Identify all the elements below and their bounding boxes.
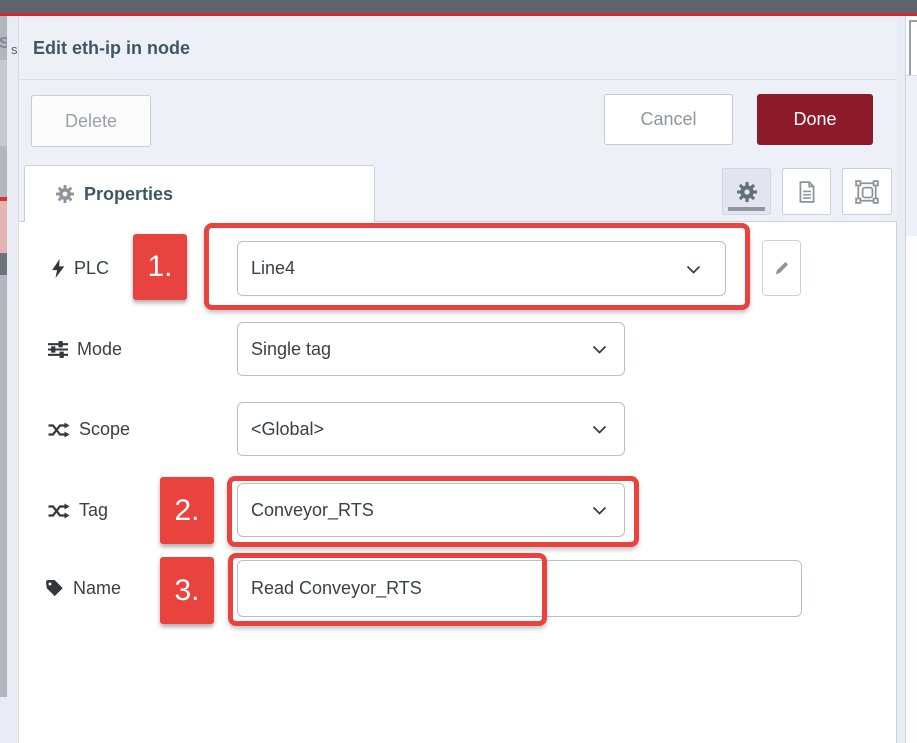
plc-field-label: PLC — [52, 241, 109, 296]
background-left-strip: s — [7, 16, 19, 743]
appearance-tab-button[interactable] — [842, 168, 892, 215]
mode-label-text: Mode — [77, 339, 122, 360]
gear-icon — [737, 182, 757, 202]
dialog-title: Edit eth-ip in node — [33, 16, 533, 79]
tag-select-value: Conveyor_RTS — [251, 500, 374, 521]
mode-field-label: Mode — [48, 322, 122, 377]
chevron-down-icon — [592, 506, 607, 515]
plc-label-text: PLC — [74, 258, 109, 279]
gear-icon — [56, 185, 74, 203]
sliders-icon — [48, 341, 68, 358]
name-field-label: Name — [45, 560, 121, 617]
mode-select-value: Single tag — [251, 339, 331, 360]
appearance-icon — [855, 180, 879, 204]
background-right-strip — [897, 16, 905, 743]
background-panel-fragment — [909, 20, 917, 77]
background-right-column — [905, 16, 917, 743]
tab-properties-label: Properties — [84, 184, 173, 205]
shuffle-icon — [48, 422, 70, 438]
chevron-down-icon — [686, 265, 701, 274]
plc-select-value: Line4 — [251, 258, 295, 279]
scope-label-text: Scope — [79, 419, 130, 440]
plc-select[interactable]: Line4 — [237, 241, 726, 296]
tag-label-text: Tag — [79, 500, 108, 521]
shuffle-icon — [48, 503, 70, 519]
name-label-text: Name — [73, 578, 121, 599]
chevron-down-icon — [592, 345, 607, 354]
tag-icon — [45, 579, 64, 598]
scope-select[interactable]: <Global> — [237, 402, 625, 456]
tab-properties[interactable]: Properties — [24, 165, 375, 222]
name-input[interactable] — [237, 560, 802, 617]
tag-select[interactable]: Conveyor_RTS — [237, 483, 625, 537]
background-text-fragment: S — [0, 35, 7, 53]
tag-field-label: Tag — [48, 483, 108, 538]
browser-topbar — [0, 0, 917, 13]
description-tab-button[interactable] — [782, 168, 831, 215]
cancel-button[interactable]: Cancel — [604, 94, 733, 145]
scope-field-label: Scope — [48, 402, 130, 457]
properties-tab-button[interactable] — [722, 168, 771, 215]
scope-select-value: <Global> — [251, 419, 324, 440]
chevron-down-icon — [592, 425, 607, 434]
mode-select[interactable]: Single tag — [237, 322, 625, 376]
background-left-column: S — [0, 16, 7, 743]
bolt-icon — [52, 259, 65, 278]
header-divider — [19, 79, 897, 80]
screen: S s Edit eth-ip in node Delete Cancel Do… — [0, 0, 917, 743]
pencil-icon — [773, 260, 790, 277]
annotation-badge-3: 3. — [160, 557, 214, 624]
document-icon — [798, 181, 816, 203]
background-segment — [0, 253, 7, 275]
background-text-fragment: s — [11, 42, 18, 57]
background-node-fragment — [0, 197, 7, 261]
background-segment — [906, 75, 917, 236]
background-segment — [0, 60, 7, 146]
active-tab-underline — [728, 207, 765, 211]
annotation-badge-1: 1. — [133, 234, 187, 300]
edit-plc-config-button[interactable] — [762, 240, 801, 296]
annotation-badge-2: 2. — [160, 477, 214, 544]
delete-button[interactable]: Delete — [31, 95, 151, 147]
background-segment — [0, 697, 7, 743]
done-button[interactable]: Done — [757, 94, 873, 145]
